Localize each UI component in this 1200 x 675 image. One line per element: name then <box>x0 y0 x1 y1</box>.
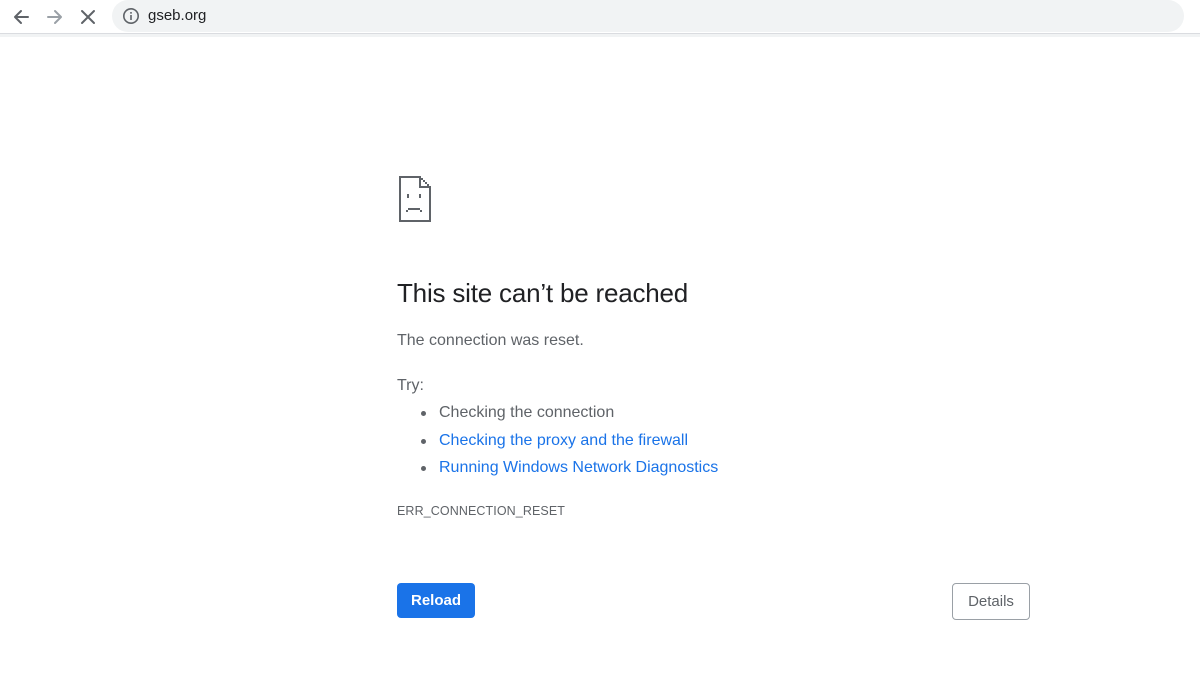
stop-loading-button[interactable] <box>74 3 102 31</box>
suggestion-item: Running Windows Network Diagnostics <box>397 458 718 486</box>
error-subtitle: The connection was reset. <box>397 332 584 349</box>
error-code: ERR_CONNECTION_RESET <box>397 504 565 518</box>
suggestion-proxy-firewall-link[interactable]: Checking the proxy and the firewall <box>439 432 688 449</box>
try-label: Try: <box>397 377 424 394</box>
details-button[interactable]: Details <box>952 583 1030 620</box>
info-icon[interactable] <box>122 7 140 25</box>
bullet-icon <box>421 438 426 444</box>
reload-button[interactable]: Reload <box>397 583 475 618</box>
suggestion-item: Checking the proxy and the firewall <box>397 431 718 459</box>
toolbar-divider <box>0 34 1200 37</box>
suggestion-item: Checking the connection <box>397 403 718 431</box>
arrow-left-icon <box>14 10 29 24</box>
suggestion-network-diagnostics-link[interactable]: Running Windows Network Diagnostics <box>439 459 718 476</box>
suggestions-list: Checking the connection Checking the pro… <box>397 403 718 486</box>
sad-document-icon <box>399 176 431 222</box>
suggestion-check-connection: Checking the connection <box>439 404 615 421</box>
back-button[interactable] <box>7 3 35 31</box>
arrow-right-icon <box>47 10 62 24</box>
error-title: This site can’t be reached <box>397 278 689 308</box>
close-icon <box>81 10 95 24</box>
forward-button[interactable] <box>41 3 69 31</box>
url-text[interactable]: gseb.org <box>148 7 206 25</box>
browser-toolbar: gseb.org <box>0 0 1200 37</box>
address-bar[interactable]: gseb.org <box>112 0 1184 32</box>
bullet-icon <box>421 411 426 416</box>
bullet-icon <box>421 466 426 471</box>
